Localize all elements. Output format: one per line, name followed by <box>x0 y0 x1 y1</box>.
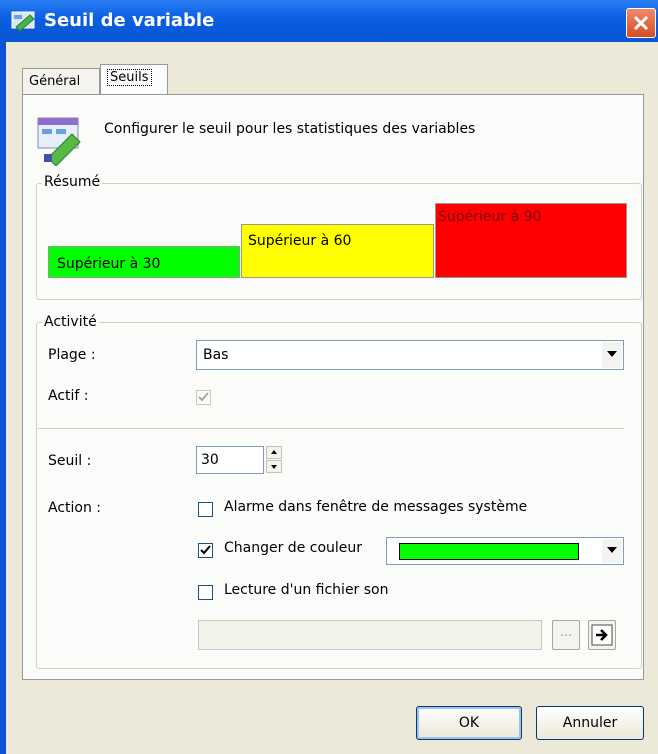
tab-general[interactable]: Général <box>22 68 100 94</box>
threshold-input[interactable]: 30 <box>196 446 264 474</box>
close-icon <box>633 15 649 31</box>
action-label: Action : <box>48 500 102 516</box>
ok-label: OK <box>458 715 480 731</box>
window-border <box>0 42 6 754</box>
threshold-bar-90: Supérieur à 90 <box>435 203 627 278</box>
threshold-bar-90-label: Supérieur à 90 <box>438 209 542 225</box>
change-color-checkbox[interactable] <box>198 543 213 558</box>
active-label: Actif : <box>48 388 89 404</box>
tab-seuils-label: Seuils <box>107 69 152 86</box>
color-swatch <box>399 543 579 560</box>
active-checkbox[interactable] <box>196 390 211 405</box>
threshold-spinner <box>266 446 282 474</box>
summary-legend: Résumé <box>42 174 103 190</box>
chevron-up-icon <box>271 450 277 454</box>
chevron-down-icon <box>271 465 277 469</box>
tab-general-label: Général <box>29 74 81 89</box>
separator <box>38 428 624 430</box>
sound-file-field[interactable] <box>198 620 542 650</box>
range-dropdown-button[interactable] <box>602 342 622 368</box>
activity-legend: Activité <box>42 314 99 330</box>
activity-group <box>36 322 642 669</box>
browse-button[interactable]: ... <box>552 620 580 650</box>
window-title: Seuil de variable <box>44 10 215 31</box>
range-label: Plage : <box>48 347 96 363</box>
spin-down-button[interactable] <box>266 460 282 473</box>
range-select[interactable]: Bas <box>196 340 624 370</box>
chevron-down-icon <box>607 547 617 553</box>
threshold-value: 30 <box>201 452 219 468</box>
change-color-label[interactable]: Changer de couleur <box>224 540 362 556</box>
threshold-bar-30-label: Supérieur à 30 <box>57 256 161 272</box>
close-button[interactable] <box>626 8 656 38</box>
threshold-bar-60: Supérieur à 60 <box>241 224 434 278</box>
cancel-label: Annuler <box>562 715 618 731</box>
tab-seuils[interactable]: Seuils <box>100 64 168 95</box>
title-bar[interactable]: Seuil de variable <box>0 0 658 42</box>
spin-up-button[interactable] <box>266 446 282 459</box>
ok-button[interactable]: OK <box>416 706 522 740</box>
page-description: Configurer le seuil pour les statistique… <box>104 121 476 137</box>
arrow-right-icon <box>591 624 613 646</box>
browse-label: ... <box>559 625 573 640</box>
sound-checkbox[interactable] <box>198 585 213 600</box>
color-select[interactable] <box>386 537 624 565</box>
dialog-window: Seuil de variable Général Seuils Configu… <box>0 0 658 754</box>
range-value: Bas <box>203 347 229 363</box>
cancel-button[interactable]: Annuler <box>536 706 644 740</box>
alarm-label[interactable]: Alarme dans fenêtre de messages système <box>224 499 527 515</box>
play-button[interactable] <box>588 620 616 650</box>
threshold-label: Seuil : <box>48 453 92 469</box>
configure-threshold-icon <box>34 114 90 170</box>
threshold-bar-60-label: Supérieur à 60 <box>248 233 352 249</box>
chevron-down-icon <box>607 351 617 357</box>
threshold-bar-30: Supérieur à 30 <box>48 246 240 278</box>
sound-label[interactable]: Lecture d'un fichier son <box>224 582 389 598</box>
app-icon <box>10 9 38 37</box>
alarm-checkbox[interactable] <box>198 502 213 517</box>
checkmark-icon <box>200 545 211 555</box>
color-dropdown-button[interactable] <box>602 539 622 563</box>
checkmark-icon <box>198 392 209 402</box>
